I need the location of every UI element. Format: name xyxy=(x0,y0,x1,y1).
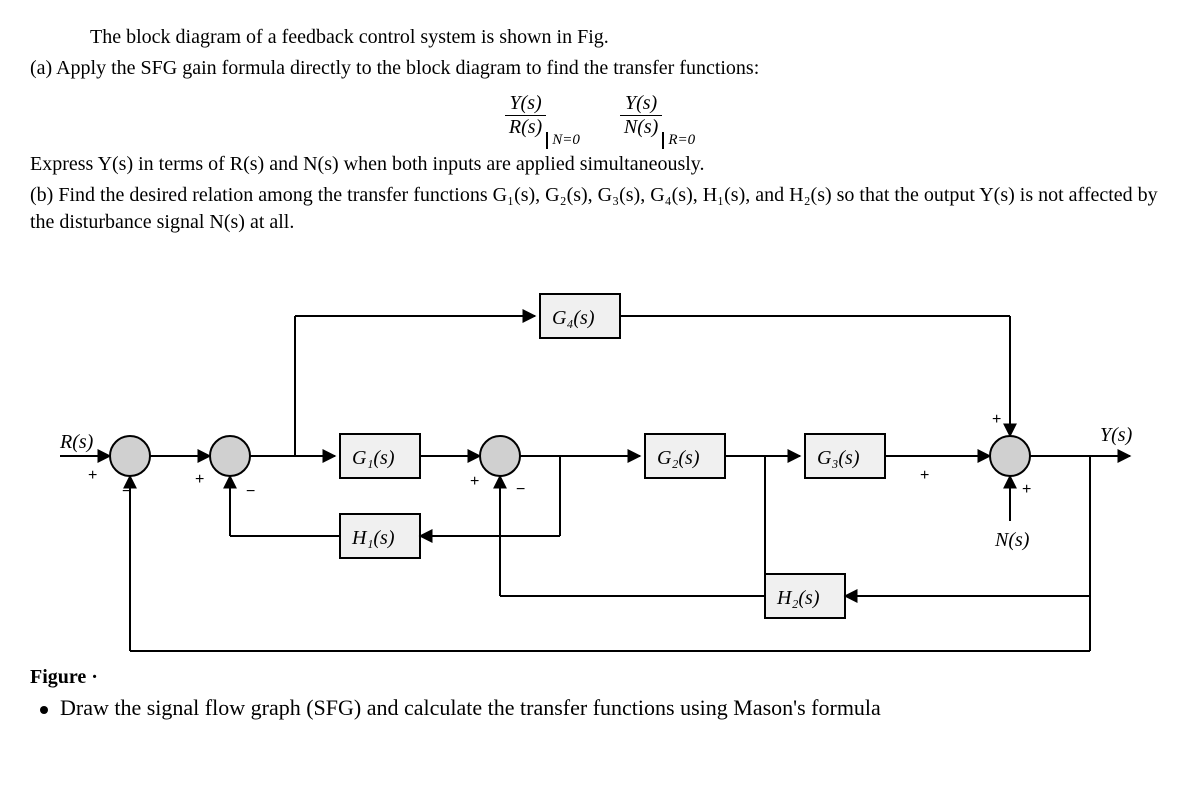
sum3-plus: + xyxy=(470,473,479,490)
block-diagram: R(s) + − + − G₁(s) + − G₄(s) G₂(s) G₃(s)… xyxy=(50,256,1150,656)
label-G2: G₂(s) xyxy=(657,447,700,469)
tf2: Y(s) N(s) R=0 xyxy=(620,92,695,139)
transfer-functions: Y(s) R(s) N=0 Y(s) N(s) R=0 xyxy=(30,92,1170,139)
sum4 xyxy=(990,436,1030,476)
label-H2: H₂(s) xyxy=(776,587,820,609)
label-G4: G₄(s) xyxy=(552,307,595,329)
label-N: N(s) xyxy=(994,529,1030,551)
sum4-plus-bottom: + xyxy=(1022,481,1031,498)
label-R: R(s) xyxy=(59,431,94,453)
sum1-plus: + xyxy=(88,467,97,484)
label-Y: Y(s) xyxy=(1100,424,1133,446)
part-b-line: (b) Find the desired relation among the … xyxy=(30,182,1170,236)
sum4-plus-top: + xyxy=(992,411,1001,428)
tf1: Y(s) R(s) N=0 xyxy=(505,92,580,139)
label-G1: G₁(s) xyxy=(352,447,395,469)
part-a-line: (a) Apply the SFG gain formula directly … xyxy=(30,55,1170,82)
bullet-task: Draw the signal flow graph (SFG) and cal… xyxy=(30,695,1170,721)
problem-text: The block diagram of a feedback control … xyxy=(30,24,1170,236)
sum3-minus: − xyxy=(516,481,525,498)
figure-label: Figure · xyxy=(30,666,1170,689)
sum2-plus: + xyxy=(195,471,204,488)
sum2-minus: − xyxy=(246,483,255,500)
sum3 xyxy=(480,436,520,476)
sum1 xyxy=(110,436,150,476)
sum2 xyxy=(210,436,250,476)
label-G3: G₃(s) xyxy=(817,447,860,469)
sum4-plus-left: + xyxy=(920,467,929,484)
label-H1: H₁(s) xyxy=(351,527,395,549)
intro-line: The block diagram of a feedback control … xyxy=(30,24,1170,51)
express-line: Express Y(s) in terms of R(s) and N(s) w… xyxy=(30,151,1170,178)
bullet-icon xyxy=(40,706,48,714)
